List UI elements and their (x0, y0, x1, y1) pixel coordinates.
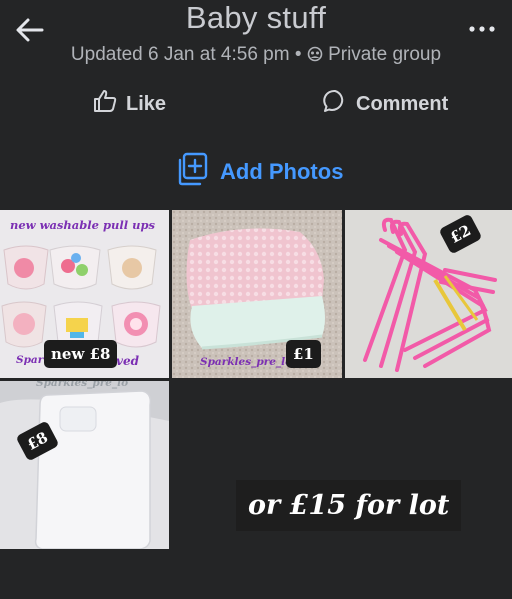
like-button[interactable]: Like (92, 88, 166, 120)
comment-button[interactable]: Comment (322, 88, 448, 120)
price-tag: new £8 (44, 340, 118, 368)
photo-caption: new washable pull ups (10, 218, 155, 232)
photo-pull-ups[interactable]: new washable pull ups Spar oved new £8 (0, 210, 169, 378)
lot-price-note: or £15 for lot (236, 480, 462, 531)
privacy-label: Private group (328, 44, 442, 65)
add-photos-button[interactable]: Add Photos (176, 152, 343, 192)
private-group-icon (307, 46, 323, 62)
subtitle-separator: • (294, 44, 302, 65)
comment-label: Comment (356, 92, 449, 115)
photo-watermark-left: Spar (16, 354, 44, 366)
comment-bubble-icon (322, 88, 348, 120)
like-label: Like (126, 92, 167, 115)
photo-hangers[interactable]: £2 (345, 210, 512, 378)
album-subtitle: Updated 6 Jan at 4:56 pm • Private group (0, 44, 512, 66)
more-options-icon[interactable] (464, 14, 500, 44)
album-header: Baby stuff Updated 6 Jan at 4:56 pm • Pr… (0, 0, 512, 80)
album-actions: Like Comment (0, 88, 512, 122)
add-photos-icon (176, 152, 208, 192)
updated-timestamp: Updated 6 Jan at 4:56 pm (70, 44, 290, 65)
thumbs-up-icon (92, 88, 118, 120)
changing-mat-image (0, 381, 169, 549)
price-tag: £1 (286, 340, 321, 368)
album-title: Baby stuff (185, 0, 327, 35)
photo-watermark: Sparkles_pre_lo (36, 381, 129, 389)
hangers-image (345, 210, 512, 378)
add-photos-label: Add Photos (220, 159, 344, 184)
photo-blanket[interactable]: Sparkles_pre_lo £1 (172, 210, 342, 378)
photo-watermark: Sparkles_pre_lo (200, 356, 293, 368)
photo-changing-mat[interactable]: Sparkles_pre_lo £8 (0, 381, 169, 549)
